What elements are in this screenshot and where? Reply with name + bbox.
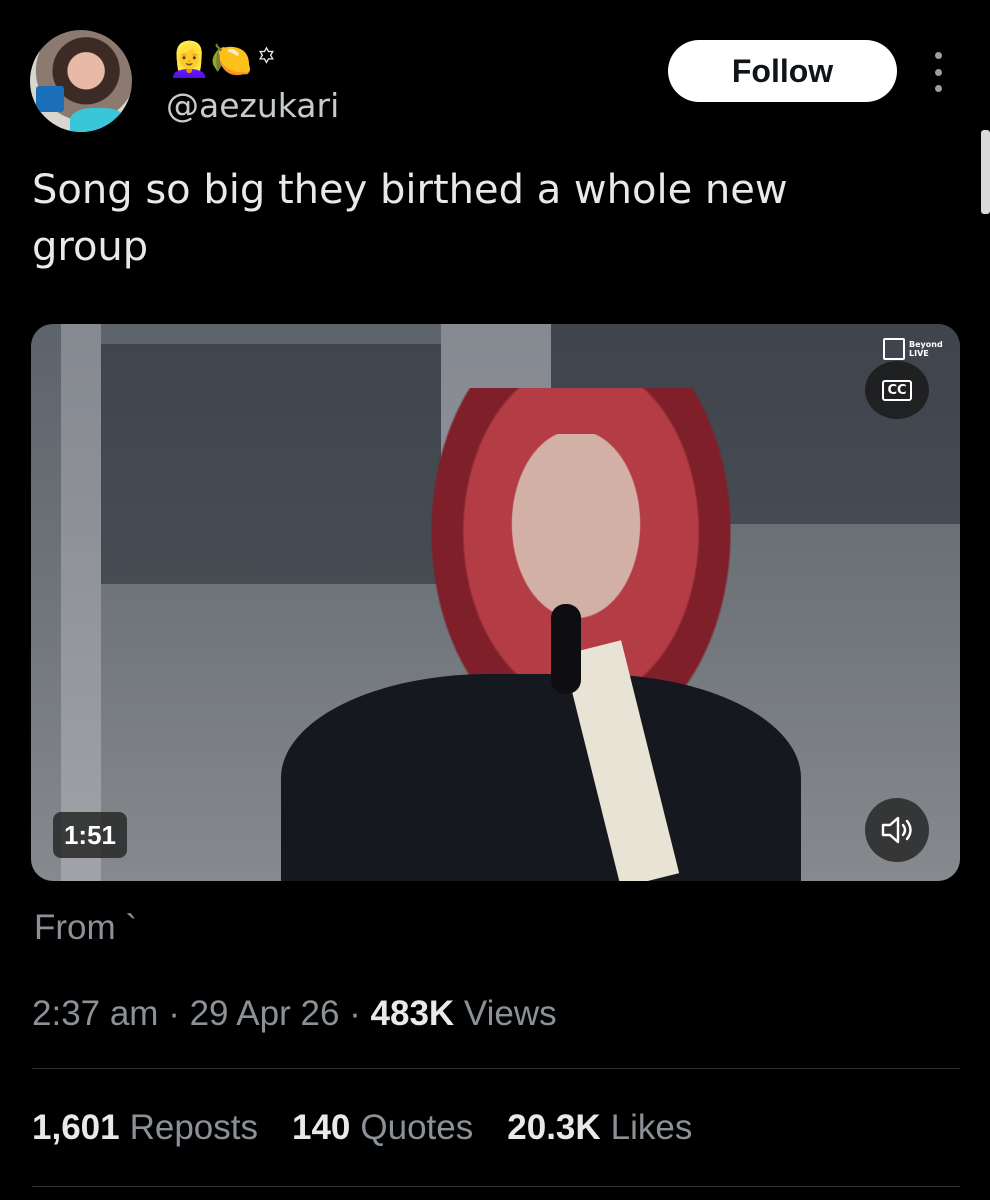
quotes-stat[interactable]: 140 Quotes bbox=[292, 1108, 473, 1148]
author-display-name[interactable]: 👱‍♀️🍋 ꙳ bbox=[168, 38, 277, 83]
separator: · bbox=[158, 994, 190, 1033]
post-time[interactable]: 2:37 am bbox=[32, 994, 158, 1033]
avatar-detail-screen bbox=[36, 86, 64, 112]
more-dot bbox=[934, 52, 942, 59]
video-bg-pillar bbox=[61, 324, 101, 881]
views-count: 483K bbox=[370, 994, 455, 1033]
post-date[interactable]: 29 Apr 26 bbox=[190, 994, 340, 1033]
separator: · bbox=[339, 994, 371, 1033]
quotes-label: Quotes bbox=[360, 1108, 474, 1147]
tweet-metadata: 2:37 am · 29 Apr 26 · 483K Views bbox=[32, 994, 557, 1034]
scrollbar[interactable] bbox=[981, 130, 990, 214]
reposts-label: Reposts bbox=[129, 1108, 258, 1147]
reposts-stat[interactable]: 1,601 Reposts bbox=[32, 1108, 258, 1148]
avatar-detail-shirt bbox=[70, 108, 126, 132]
author-handle[interactable]: @aezukari bbox=[166, 86, 339, 125]
video-subject-face bbox=[501, 434, 651, 634]
video-player[interactable]: Beyond LIVE CC 1:51 bbox=[31, 324, 960, 881]
reposts-count: 1,601 bbox=[32, 1108, 120, 1147]
broadcast-watermark-logo: Beyond LIVE bbox=[883, 336, 955, 362]
display-name-symbol: ꙳ bbox=[256, 41, 277, 83]
divider bbox=[32, 1186, 960, 1187]
video-subject-outfit bbox=[281, 674, 801, 881]
engagement-stats: 1,601 Reposts 140 Quotes 20.3K Likes bbox=[32, 1108, 692, 1148]
speaker-icon bbox=[881, 816, 912, 844]
more-dot bbox=[934, 85, 942, 92]
author-avatar[interactable] bbox=[30, 30, 132, 132]
more-options-icon[interactable] bbox=[930, 52, 946, 92]
video-subject-microphone bbox=[551, 604, 581, 694]
views-label: Views bbox=[454, 994, 557, 1033]
video-duration: 1:51 bbox=[53, 812, 127, 858]
cc-icon: CC bbox=[882, 379, 912, 401]
display-name-emojis: 👱‍♀️🍋 bbox=[168, 40, 253, 80]
divider bbox=[32, 1068, 960, 1069]
likes-stat[interactable]: 20.3K Likes bbox=[507, 1108, 692, 1148]
source-attribution[interactable]: From ` bbox=[34, 908, 137, 948]
captions-button[interactable]: CC bbox=[865, 361, 929, 419]
follow-button[interactable]: Follow bbox=[668, 40, 897, 102]
video-bg-panel bbox=[101, 344, 441, 584]
quotes-count: 140 bbox=[292, 1108, 351, 1147]
likes-count: 20.3K bbox=[507, 1108, 601, 1147]
more-dot bbox=[934, 68, 942, 76]
unmute-button[interactable] bbox=[865, 798, 929, 862]
watermark-icon bbox=[883, 338, 906, 360]
tweet-text: Song so big they birthed a whole new gro… bbox=[32, 167, 788, 270]
watermark-text: Beyond LIVE bbox=[909, 340, 943, 358]
likes-label: Likes bbox=[610, 1108, 693, 1147]
